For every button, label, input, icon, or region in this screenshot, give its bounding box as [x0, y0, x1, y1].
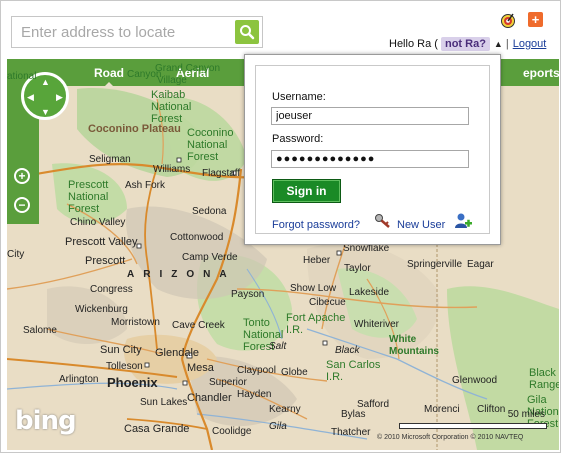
map-label: Safford: [357, 399, 390, 410]
search-button[interactable]: [235, 20, 259, 44]
map-label: Salome: [23, 325, 57, 336]
map-label: Grand Canyon: [155, 63, 221, 74]
username-field[interactable]: [271, 107, 469, 125]
map-label: Black Range: [529, 367, 559, 391]
map-label: Fort Apache I.R.: [286, 312, 346, 336]
map-label: Eagar: [467, 259, 494, 270]
add-user-icon: [455, 213, 472, 228]
map-label: ational: [7, 71, 37, 82]
map-label: Show Low: [290, 283, 337, 294]
map-label: Thatcher: [331, 427, 371, 438]
caret-up-icon[interactable]: ▲: [494, 39, 503, 49]
map-label: City: [7, 249, 25, 260]
signin-form: Username: Password: Sign in Forgot passw…: [255, 65, 490, 234]
map-label: Chandler: [187, 392, 232, 404]
map-label: Taylor: [344, 263, 371, 274]
map-label: Sun City: [100, 344, 142, 356]
not-me-link[interactable]: not Ra?: [440, 37, 490, 51]
map-label: Glendale: [155, 347, 200, 359]
map-label: Sun Lakes: [140, 397, 188, 408]
map-label: Claypool: [237, 365, 276, 376]
password-field[interactable]: [271, 150, 469, 168]
signin-popup: Username: Password: Sign in Forgot passw…: [244, 54, 501, 245]
key-icon: [375, 214, 390, 228]
map-label: Camp Verde: [182, 252, 238, 263]
copyright: © 2010 Microsoft Corporation © 2010 NAVT…: [377, 434, 524, 441]
map-label: Phoenix: [107, 375, 158, 390]
signin-button[interactable]: Sign in: [272, 179, 341, 203]
map-label: San Carlos I.R.: [326, 359, 381, 383]
map-label: Prescott Valley: [65, 236, 138, 248]
map-label: Congress: [90, 284, 133, 295]
target-icon[interactable]: [500, 12, 516, 28]
scale-label: 50 miles: [507, 409, 545, 420]
map-label: Sedona: [192, 206, 227, 217]
password-label: Password:: [272, 133, 324, 145]
zoom-out-button[interactable]: −: [14, 197, 30, 213]
app-frame: + Hello Ra ( not Ra?▲|Logout: [0, 0, 561, 453]
map-label: Prescott National Forest: [68, 179, 109, 215]
map-label: Bylas: [341, 409, 366, 420]
pan-left-icon[interactable]: ◀: [27, 93, 34, 102]
map-label: Flagstaff: [202, 168, 241, 179]
scale-bar: 50 miles: [399, 409, 549, 431]
forgot-password-link[interactable]: Forgot password?: [272, 219, 360, 231]
map-label: Village: [157, 75, 187, 86]
map-label: Hayden: [237, 389, 272, 400]
separator: |: [505, 38, 509, 50]
map-label: Kaibab National Forest: [151, 89, 192, 125]
hello-text: Hello Ra (: [389, 38, 438, 50]
search-icon: [240, 25, 255, 40]
map-label: Lakeside: [349, 287, 390, 298]
map-label: Black: [335, 345, 360, 356]
mode-reports[interactable]: eports: [523, 66, 559, 80]
map-label: Seligman: [89, 154, 131, 165]
map-label: Chino Valley: [70, 217, 126, 228]
bing-logo: bing: [15, 406, 77, 436]
map-label: Gila: [269, 421, 287, 432]
map-label: Heber: [303, 255, 331, 266]
pan-down-icon[interactable]: ▼: [41, 108, 50, 117]
search-box: [11, 16, 263, 48]
map-label: ARIZONA: [127, 269, 236, 280]
new-user-link[interactable]: New User: [397, 219, 445, 231]
plus-icon[interactable]: +: [528, 12, 543, 27]
map-label: Williams: [153, 164, 191, 175]
map-label: Glenwood: [452, 375, 498, 386]
user-status: Hello Ra ( not Ra? ▲ | Logout: [389, 37, 546, 51]
map-label: Globe: [281, 367, 308, 378]
map-label: Mesa: [187, 362, 214, 374]
map-label: White Mountains: [389, 334, 439, 357]
map-label: Coconino National Forest: [187, 127, 234, 163]
map-label: Morristown: [111, 317, 160, 328]
map-label: Whiteriver: [354, 319, 400, 330]
map-label: Springerville: [407, 259, 463, 270]
mode-road[interactable]: Road: [94, 66, 124, 88]
logout-link[interactable]: Logout: [513, 38, 547, 50]
pan-up-icon[interactable]: ▲: [41, 78, 50, 87]
map-label: Kearny: [269, 404, 301, 415]
map-label: Tolleson: [106, 361, 143, 372]
map-label: Prescott: [85, 255, 126, 267]
map-label: Canyon: [127, 69, 162, 80]
zoom-in-button[interactable]: +: [14, 168, 30, 184]
map-label: Coconino Plateau: [88, 123, 181, 135]
map-label: Superior: [209, 377, 247, 388]
map-label: Cottonwood: [170, 232, 224, 243]
map-label: Ash Fork: [125, 180, 166, 191]
search-input[interactable]: [12, 17, 226, 47]
map-label: Coolidge: [212, 426, 252, 437]
map-label: Payson: [231, 289, 265, 300]
map-label: Casa Grande: [124, 423, 190, 435]
map-label: Salt: [269, 341, 287, 352]
map-label: Cave Creek: [172, 320, 225, 331]
scale-bar-line: [399, 423, 547, 429]
map-label: Wickenburg: [75, 304, 128, 315]
username-label: Username:: [272, 91, 326, 103]
pan-right-icon[interactable]: ▶: [56, 93, 63, 102]
map-label: Arlington: [59, 374, 99, 385]
map-label: Cibecue: [309, 297, 346, 308]
